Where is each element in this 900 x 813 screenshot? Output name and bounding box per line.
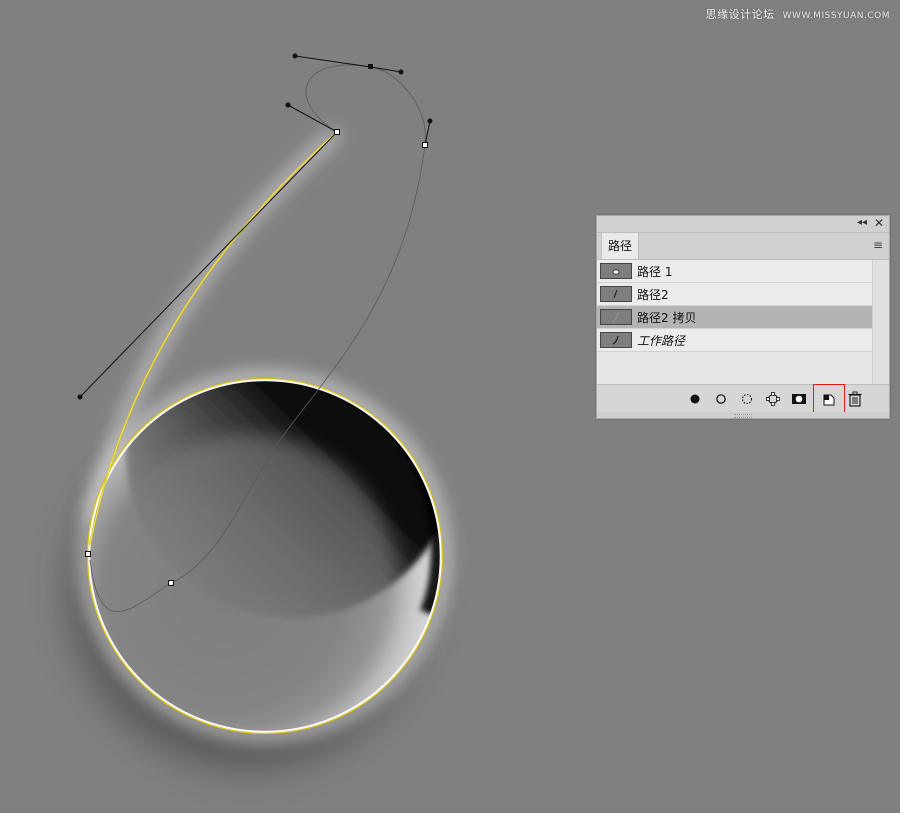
- new-path-icon[interactable]: [813, 384, 845, 414]
- path-direction-handles[interactable]: [77, 53, 433, 400]
- path-row-path-2-copy[interactable]: 路径2 拷贝: [597, 306, 873, 329]
- site-watermark: 思缘设计论坛 WWW.MISSYUAN.COM: [706, 6, 890, 22]
- panel-titlebar[interactable]: ◂◂ ✕: [597, 216, 889, 233]
- close-icon[interactable]: ✕: [874, 216, 884, 230]
- path-list-scrollbar[interactable]: [872, 260, 889, 384]
- path-preview-icon: [612, 269, 620, 275]
- path-label: 路径2: [637, 288, 669, 302]
- path-preview-icon: [613, 289, 618, 299]
- panel-toolbar: [597, 384, 889, 414]
- path-thumbnail: [600, 309, 632, 325]
- path-row-path-2[interactable]: 路径2: [597, 283, 873, 306]
- path-label: 路径 1: [637, 265, 673, 279]
- path-thumbnail: [600, 286, 632, 302]
- add-mask-icon[interactable]: [789, 390, 809, 408]
- work-path-from-selection-icon[interactable]: [763, 390, 783, 408]
- path-thumbnail: [600, 332, 632, 348]
- trash-icon[interactable]: [845, 390, 865, 408]
- panel-resize-grip[interactable]: [597, 412, 889, 418]
- panel-tabbar: 路径 ≡: [597, 233, 889, 260]
- path-label: 工作路径: [637, 334, 686, 348]
- watermark-site-name: 思缘设计论坛: [705, 8, 775, 21]
- hamburger-menu-icon[interactable]: ≡: [873, 238, 883, 252]
- path-row-path-1[interactable]: 路径 1: [597, 260, 873, 283]
- double-chevron-left-icon[interactable]: ◂◂: [857, 217, 867, 228]
- watermark-site-url: WWW.MISSYUAN.COM: [782, 11, 890, 21]
- path-thumbnail: [600, 263, 632, 279]
- path-preview-icon: [613, 311, 620, 323]
- path-label: 路径2 拷贝: [637, 311, 697, 325]
- stroke-path-icon[interactable]: [711, 390, 731, 408]
- digit-six-ring: [86, 377, 444, 735]
- path-row-work-path[interactable]: 工作路径: [597, 329, 873, 352]
- tab-paths[interactable]: 路径: [601, 233, 639, 259]
- paths-panel: ◂◂ ✕ 路径 ≡ 路径 1 路径2 路径2 拷贝 工作路径: [596, 215, 890, 419]
- path-preview-icon: [612, 335, 619, 345]
- path-list: 路径 1 路径2 路径2 拷贝 工作路径: [597, 260, 873, 384]
- fill-path-icon[interactable]: [685, 390, 705, 408]
- load-selection-icon[interactable]: [737, 390, 757, 408]
